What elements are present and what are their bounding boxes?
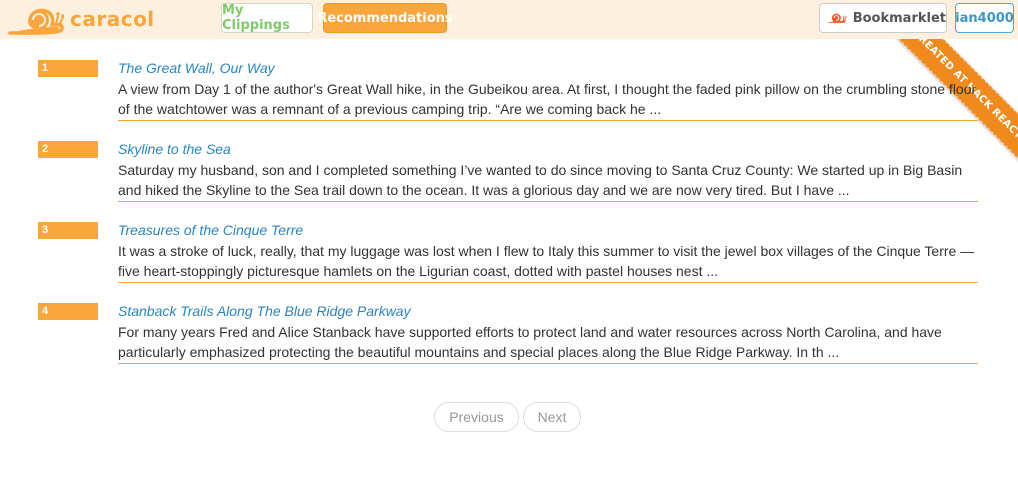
item-title-link[interactable]: Treasures of the Cinque Terre — [118, 222, 303, 238]
item-number: 1 — [38, 60, 98, 77]
app-name: caracol — [70, 7, 155, 31]
top-bar: caracol My Clippings Recommendations Boo… — [0, 0, 1018, 39]
item-title-link[interactable]: Stanback Trails Along The Blue Ridge Par… — [118, 303, 411, 319]
item-description: For many years Fred and Alice Stanback h… — [118, 322, 978, 364]
item-title-link[interactable]: The Great Wall, Our Way — [118, 60, 275, 76]
item-number: 3 — [38, 222, 98, 239]
item-description: A view from Day 1 of the author's Great … — [118, 79, 978, 121]
user-menu-button[interactable]: ian4000 — [955, 3, 1014, 33]
bookmarklet-button[interactable]: Bookmarklet — [819, 3, 947, 33]
logo[interactable]: caracol — [8, 2, 155, 36]
previous-page-button[interactable]: Previous — [434, 402, 519, 432]
list-item: 4 Stanback Trails Along The Blue Ridge P… — [0, 303, 1018, 378]
list-item: 1 The Great Wall, Our Way A view from Da… — [0, 60, 1018, 135]
item-description: Saturday my husband, son and I completed… — [118, 160, 978, 202]
list-item: 3 Treasures of the Cinque Terre It was a… — [0, 222, 1018, 297]
snail-icon — [826, 13, 847, 23]
next-page-button[interactable]: Next — [523, 402, 581, 432]
item-number: 2 — [38, 141, 98, 158]
recommendations-button[interactable]: Recommendations — [317, 3, 453, 33]
item-description: It was a stroke of luck, really, that my… — [118, 241, 978, 283]
item-number: 4 — [38, 303, 98, 320]
bookmarklet-label: Bookmarklet — [852, 10, 946, 26]
list-item: 2 Skyline to the Sea Saturday my husband… — [0, 141, 1018, 216]
item-title-link[interactable]: Skyline to the Sea — [118, 141, 231, 157]
my-clippings-button[interactable]: My Clippings — [221, 3, 313, 33]
snail-logo-icon — [8, 8, 64, 35]
